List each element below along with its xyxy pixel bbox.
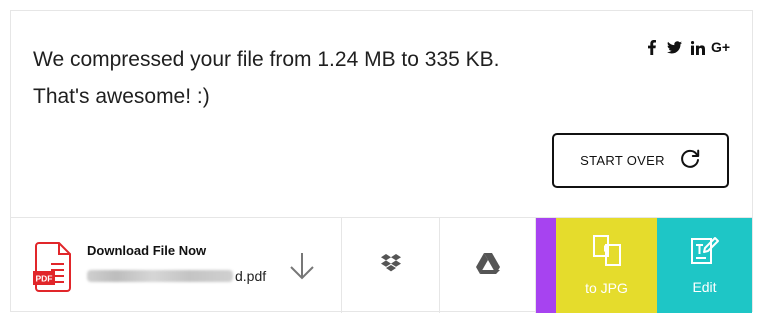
linkedin-icon[interactable] <box>690 40 705 55</box>
save-to-google-drive-button[interactable] <box>440 218 536 313</box>
compression-exclamation: That's awesome! :) <box>33 85 210 108</box>
start-over-button[interactable]: START OVER <box>552 133 729 188</box>
result-header: We compressed your file from 1.24 MB to … <box>11 11 752 217</box>
download-arrow-icon <box>289 252 315 285</box>
start-over-label: START OVER <box>580 153 665 168</box>
edit-document-icon <box>690 236 720 269</box>
purple-tile[interactable] <box>536 218 556 313</box>
compression-result-text: We compressed your file from 1.24 MB to … <box>33 48 500 71</box>
google-plus-icon[interactable]: G+ <box>711 40 730 55</box>
edit-label: Edit <box>692 279 717 295</box>
pdf-badge-text: PDF <box>36 274 53 284</box>
jpg-convert-icon <box>591 235 623 270</box>
facebook-icon[interactable] <box>644 40 659 55</box>
dropbox-icon <box>380 253 402 278</box>
social-share-bar: G+ <box>644 40 730 55</box>
google-drive-icon <box>475 252 500 279</box>
compression-message: We compressed your file from 1.24 MB to … <box>33 41 593 115</box>
edit-pdf-button[interactable]: Edit <box>657 218 752 313</box>
refresh-icon <box>679 148 701 173</box>
file-name: d.pdf <box>87 268 266 284</box>
redacted-filename <box>87 270 233 282</box>
twitter-icon[interactable] <box>667 40 682 55</box>
convert-to-jpg-button[interactable]: to JPG <box>556 218 657 313</box>
save-to-dropbox-button[interactable] <box>342 218 440 313</box>
download-title: Download File Now <box>87 243 207 258</box>
download-file-button[interactable]: PDF Download File Now d.pdf <box>11 218 342 313</box>
to-jpg-label: to JPG <box>585 280 628 296</box>
file-name-suffix: d.pdf <box>235 268 267 284</box>
pdf-file-icon: PDF <box>33 242 73 297</box>
download-bar: PDF Download File Now d.pdf to JPG Edit <box>11 217 752 313</box>
result-card: We compressed your file from 1.24 MB to … <box>10 10 753 313</box>
